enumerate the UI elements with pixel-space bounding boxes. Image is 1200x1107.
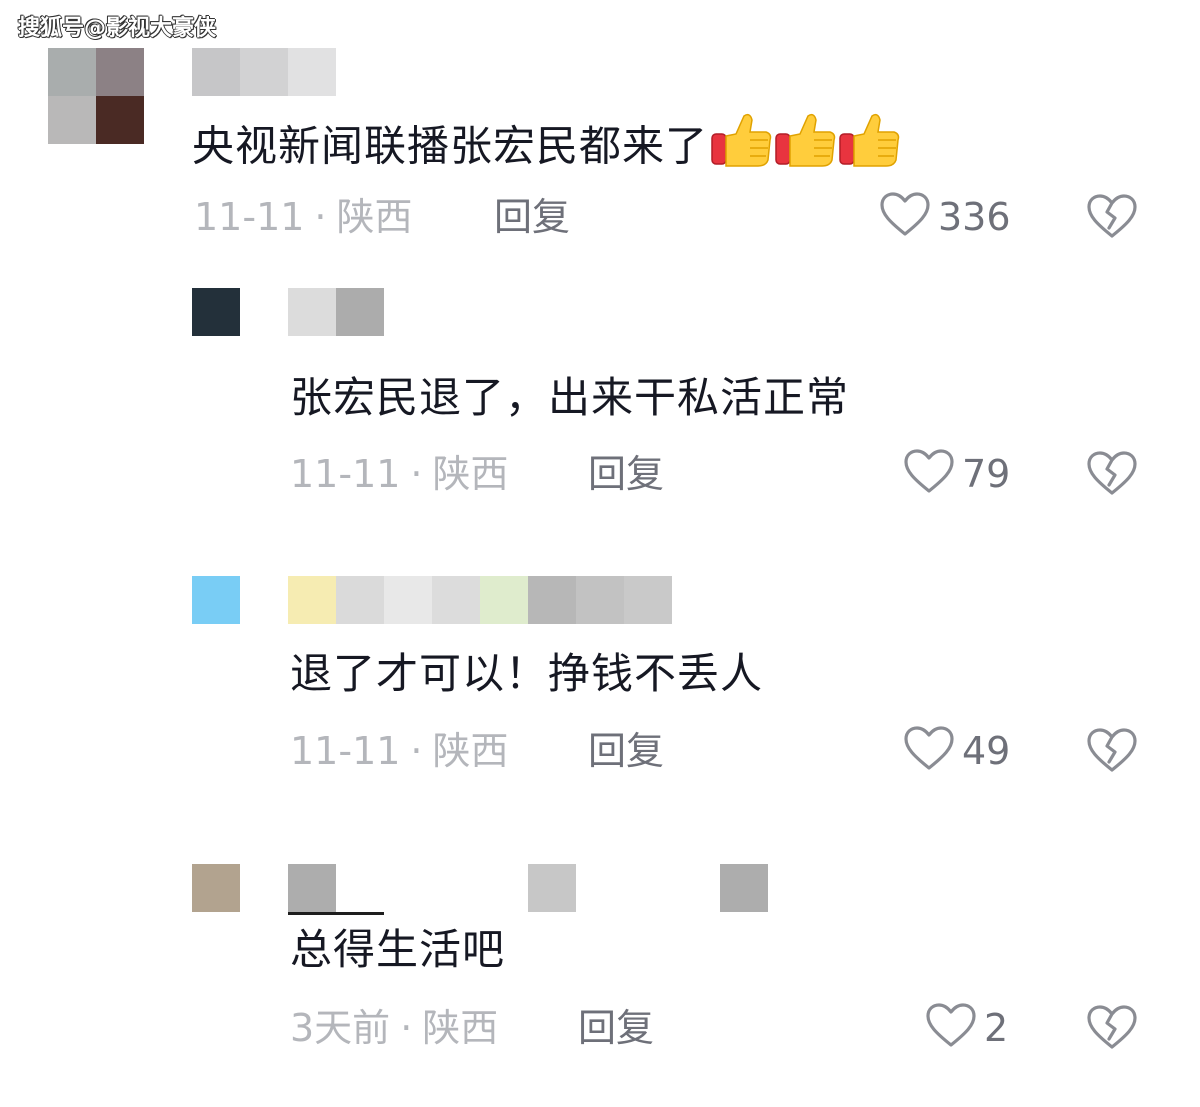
avatar[interactable]: [192, 288, 240, 336]
username-redacted[interactable]: [288, 864, 768, 915]
username-redacted[interactable]: [192, 48, 336, 96]
watermark: 搜狐号@影视大豪侠: [18, 16, 217, 41]
username-redacted[interactable]: [288, 576, 672, 624]
comment-location: 陕西: [432, 729, 509, 773]
like-button[interactable]: 49: [902, 726, 1010, 776]
comment-text: 张宏民退了，出来干私活正常: [290, 373, 850, 422]
like-button[interactable]: 336: [878, 192, 1011, 242]
heart-icon: [902, 447, 956, 501]
heart-icon: [924, 1001, 978, 1055]
like-button[interactable]: 2: [924, 1003, 1008, 1053]
comment-location: 陕西: [432, 452, 509, 496]
separator-dot: ·: [410, 729, 423, 773]
avatar[interactable]: [192, 576, 240, 624]
comment-location: 陕西: [422, 1006, 499, 1050]
comment-meta: 11-11 · 陕西: [194, 192, 413, 242]
separator-dot: ·: [400, 1006, 413, 1050]
thumbs-up-icon: [710, 110, 900, 188]
comment-date: 11-11: [290, 452, 401, 496]
comment-meta: 11-11 · 陕西: [290, 449, 509, 499]
username-redacted[interactable]: [288, 288, 384, 336]
broken-heart-icon[interactable]: [1086, 1003, 1138, 1053]
reply-button[interactable]: 回复: [494, 192, 570, 242]
avatar[interactable]: [192, 864, 240, 912]
like-count: 79: [962, 452, 1011, 496]
separator-dot: ·: [410, 452, 423, 496]
broken-heart-icon[interactable]: [1086, 726, 1138, 776]
avatar[interactable]: [48, 48, 144, 144]
reply-button[interactable]: 回复: [578, 1003, 654, 1053]
comment-text: 总得生活吧: [290, 925, 506, 974]
comment-date: 11-11: [194, 195, 305, 239]
comment-location: 陕西: [336, 195, 413, 239]
reply-button[interactable]: 回复: [588, 726, 664, 776]
broken-heart-icon[interactable]: [1086, 449, 1138, 499]
like-count: 2: [984, 1006, 1009, 1050]
like-count: 336: [938, 195, 1011, 239]
comment-text: 央视新闻联播张宏民都来了: [192, 110, 900, 188]
like-count: 49: [962, 729, 1011, 773]
heart-icon: [902, 724, 956, 778]
comment-meta: 3天前 · 陕西: [290, 1003, 498, 1053]
comment-date: 3天前: [290, 1006, 391, 1050]
comment-body: 央视新闻联播张宏民都来了: [192, 121, 709, 171]
comment-meta: 11-11 · 陕西: [290, 726, 509, 776]
comment-date: 11-11: [290, 729, 401, 773]
heart-icon: [878, 190, 932, 244]
like-button[interactable]: 79: [902, 449, 1010, 499]
reply-button[interactable]: 回复: [588, 449, 664, 499]
broken-heart-icon[interactable]: [1086, 192, 1138, 242]
comment-text: 退了才可以！挣钱不丢人: [290, 649, 764, 698]
separator-dot: ·: [314, 195, 327, 239]
